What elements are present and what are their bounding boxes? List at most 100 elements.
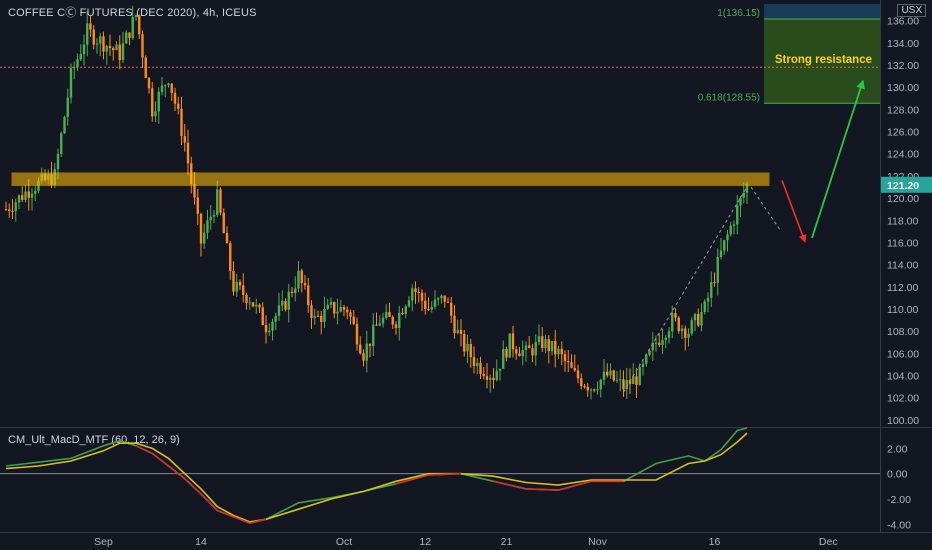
candle-body [706, 297, 710, 302]
candle-body [573, 367, 576, 371]
candle-body [667, 331, 671, 338]
candle-body [443, 295, 446, 302]
candle-body [271, 321, 274, 331]
candle-body [567, 361, 570, 363]
candle-body [277, 305, 281, 316]
candle-body [547, 339, 550, 352]
fib-1-label: 1(136.15) [717, 8, 760, 19]
candle-body [599, 379, 602, 390]
candle-body [141, 34, 144, 58]
candles [4, 5, 749, 400]
candle-body [144, 57, 147, 79]
macd-segment-bear [151, 452, 169, 467]
candle-body [710, 282, 713, 298]
candle-body [268, 330, 271, 333]
candle-body [544, 339, 547, 349]
candle-body [147, 78, 151, 89]
candle-body [531, 348, 534, 356]
candle-body [498, 368, 502, 371]
price-tick-label: 114.00 [887, 260, 918, 272]
candle-body [131, 16, 134, 39]
candle-body [242, 285, 245, 295]
macd-tick-label: 0.00 [887, 469, 908, 481]
candle-body [206, 220, 209, 233]
candle-body [349, 312, 352, 317]
candle-body [99, 36, 102, 44]
candle-body [680, 328, 684, 332]
candle-body [180, 108, 183, 137]
candle-body [570, 362, 573, 368]
price-chart[interactable]: 1(136.15) 0.618(128.55) Strong resistance 1… [0, 0, 932, 550]
candle-body [287, 291, 290, 310]
candle-body [346, 309, 349, 313]
candle-body [638, 366, 641, 385]
candle-body [658, 342, 661, 346]
candle-body [450, 302, 453, 316]
candle-body [671, 312, 674, 332]
candle-body [375, 324, 378, 326]
candle-body [212, 214, 216, 217]
candle-body [92, 29, 95, 45]
candle-body [677, 317, 680, 332]
up-arrow [811, 79, 865, 239]
candle-body [86, 23, 89, 45]
candle-body [502, 349, 505, 369]
candle-body [21, 195, 24, 201]
candle-body [17, 195, 21, 203]
candle-body [511, 333, 515, 350]
candle-body [196, 197, 199, 214]
candle-body [495, 370, 498, 381]
candle-body [297, 270, 300, 289]
candle-body [245, 294, 248, 304]
candle-body [433, 299, 437, 307]
candle-body [560, 348, 563, 355]
candle-body [102, 36, 105, 52]
candle-body [388, 312, 391, 317]
candle-body [82, 44, 86, 55]
candle-body [602, 371, 606, 380]
candle-body [420, 292, 424, 301]
candle-body [697, 313, 700, 326]
candle-body [606, 371, 609, 376]
candle-body [476, 362, 479, 366]
candle-body [508, 333, 511, 358]
time-tick-label: 14 [195, 536, 207, 548]
candle-body [238, 281, 242, 286]
candle-body [586, 386, 589, 391]
candle-body [222, 212, 225, 234]
candle-body [622, 379, 625, 390]
candle-body [313, 315, 316, 318]
candle-body [320, 315, 323, 323]
candle-body [453, 315, 456, 334]
candle-body [235, 281, 238, 292]
candle-body [593, 389, 596, 391]
candle-body [391, 316, 394, 325]
candle-body [700, 312, 703, 326]
candle-body [557, 348, 560, 355]
candle-body [173, 92, 177, 104]
candle-body [485, 376, 489, 380]
candle-body [284, 301, 287, 310]
candle-body [703, 301, 706, 313]
candle-body [24, 191, 27, 201]
price-tick-label: 112.00 [887, 282, 918, 294]
macd-segment-bear [525, 488, 559, 491]
candle-body [528, 345, 531, 349]
candle-body [27, 191, 30, 198]
macd-segment-bear [233, 516, 251, 524]
candle-body [446, 301, 450, 303]
candle-body [414, 288, 417, 292]
candle-body [541, 336, 544, 349]
candle-body [534, 342, 537, 356]
candle-body [472, 357, 476, 366]
candle-body [580, 378, 583, 387]
candle-body [469, 343, 472, 358]
candle-body [326, 304, 329, 309]
candle-body [684, 328, 687, 338]
candle-body [294, 288, 297, 294]
candle-body [157, 91, 160, 112]
candle-body [310, 305, 313, 318]
candle-body [186, 142, 190, 164]
time-tick-label: Oct [336, 536, 352, 548]
candle-body [521, 350, 524, 357]
